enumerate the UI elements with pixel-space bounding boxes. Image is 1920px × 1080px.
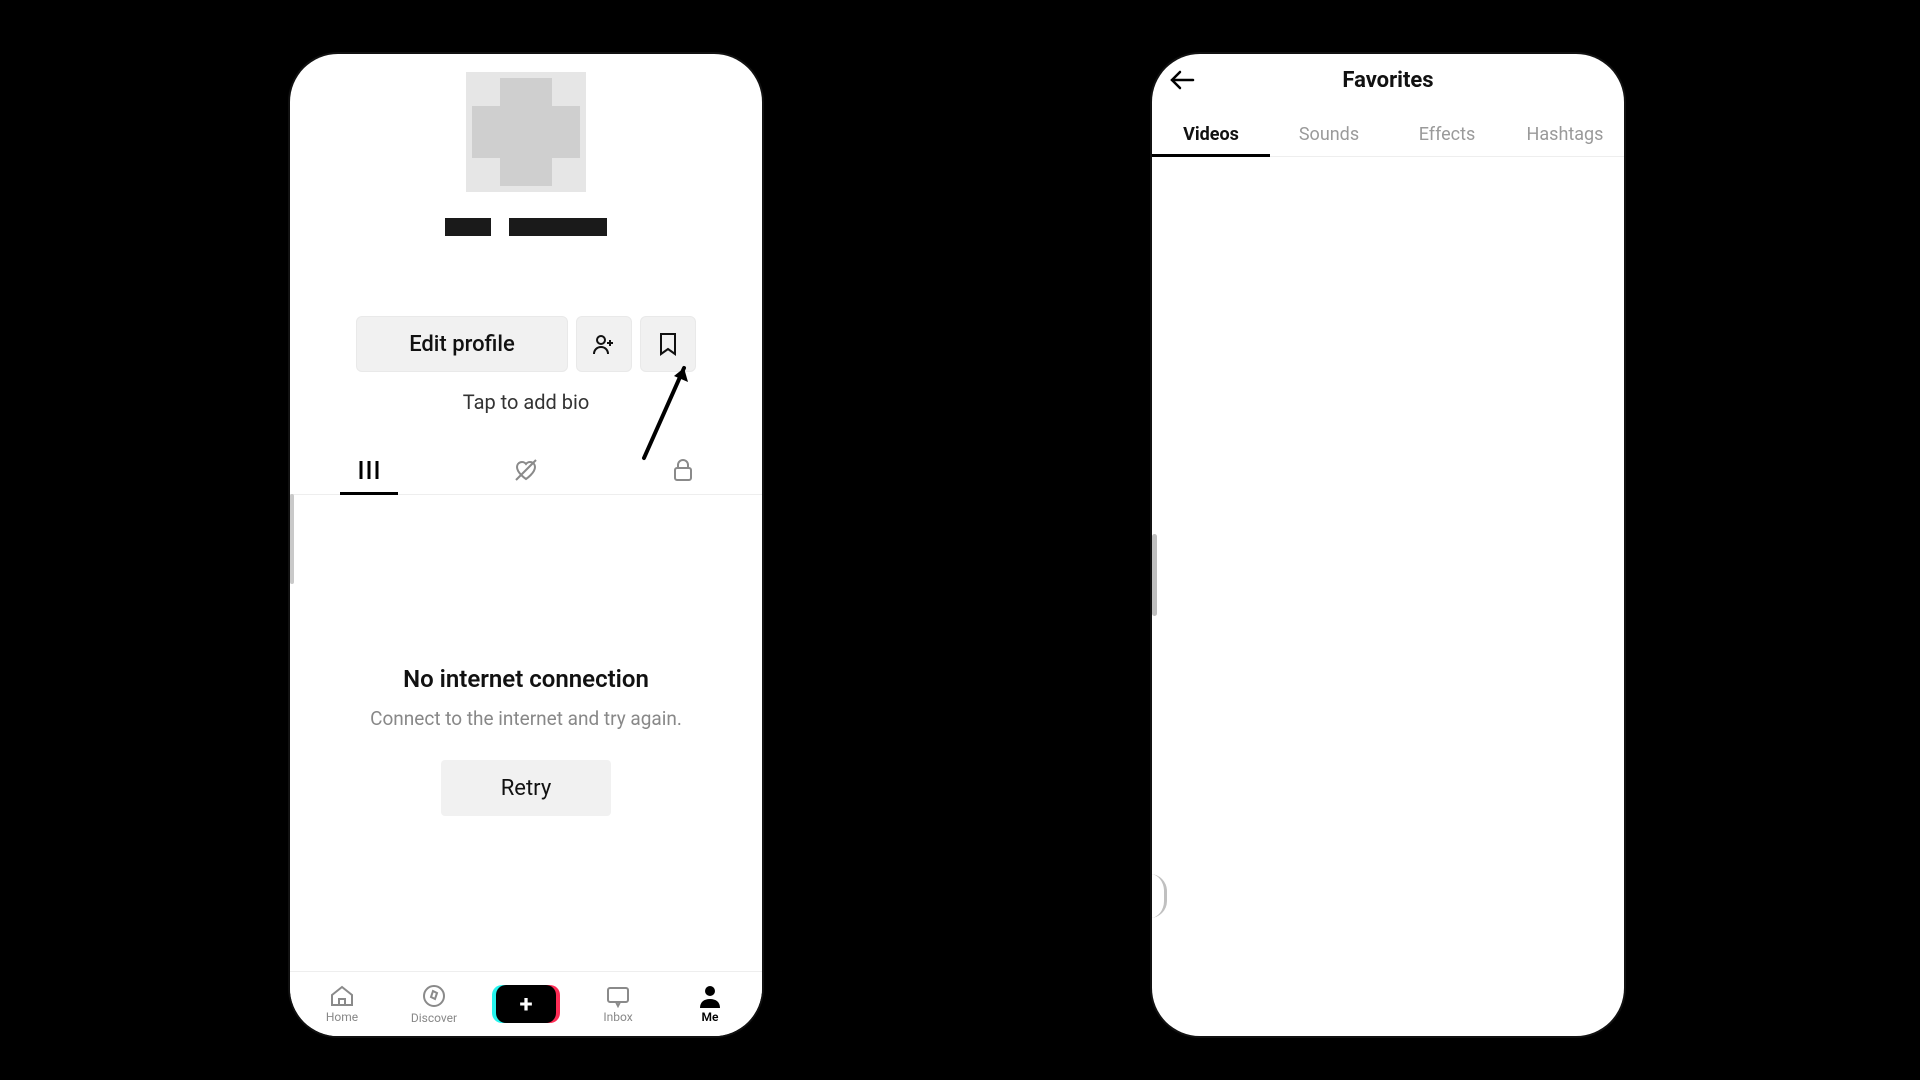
- nav-home[interactable]: Home: [303, 984, 381, 1024]
- gesture-hint: [1152, 874, 1167, 918]
- tab-sounds[interactable]: Sounds: [1270, 112, 1388, 156]
- nav-create[interactable]: +: [487, 985, 565, 1023]
- tab-hashtags-label: Hashtags: [1527, 124, 1604, 145]
- bookmark-icon: [657, 332, 679, 356]
- avatar-placeholder[interactable]: [466, 72, 586, 192]
- inbox-icon: [605, 984, 631, 1008]
- edit-profile-label: Edit profile: [409, 332, 515, 357]
- tab-posts[interactable]: [290, 446, 447, 494]
- add-friend-button[interactable]: [576, 316, 632, 372]
- heart-off-icon: [513, 458, 539, 482]
- lock-icon: [672, 458, 694, 482]
- back-button[interactable]: [1166, 64, 1198, 96]
- favorites-title: Favorites: [1342, 68, 1433, 93]
- scroll-indicator: [290, 494, 294, 584]
- profile-screen: Edit profile: [290, 54, 762, 1036]
- nav-discover[interactable]: Discover: [395, 983, 473, 1025]
- favorites-tabs: Videos Sounds Effects Hashtags: [1152, 112, 1624, 157]
- nav-me[interactable]: Me: [671, 984, 749, 1024]
- username-placeholder: [445, 218, 607, 236]
- tab-videos[interactable]: Videos: [1152, 112, 1270, 156]
- retry-button[interactable]: Retry: [441, 760, 611, 816]
- compass-icon: [421, 983, 447, 1009]
- profile-header: Edit profile: [290, 54, 762, 414]
- tab-hashtags[interactable]: Hashtags: [1506, 112, 1624, 156]
- username-bar: [509, 218, 607, 236]
- nav-home-label: Home: [326, 1010, 358, 1024]
- tab-effects-label: Effects: [1419, 124, 1476, 145]
- nav-me-label: Me: [702, 1010, 719, 1024]
- empty-title: No internet connection: [403, 665, 649, 693]
- username-bar: [445, 218, 491, 236]
- plus-icon: +: [496, 985, 556, 1023]
- grid-icon: [358, 459, 380, 481]
- bookmarks-button[interactable]: [640, 316, 696, 372]
- favorites-header: Favorites: [1152, 54, 1624, 106]
- nav-discover-label: Discover: [411, 1011, 457, 1025]
- nav-inbox[interactable]: Inbox: [579, 984, 657, 1024]
- arrow-left-icon: [1169, 69, 1195, 91]
- edit-profile-button[interactable]: Edit profile: [356, 316, 568, 372]
- bottom-nav: Home Discover +: [290, 971, 762, 1036]
- profile-actions: Edit profile: [356, 316, 696, 372]
- nav-inbox-label: Inbox: [603, 1010, 632, 1024]
- tab-sounds-label: Sounds: [1299, 124, 1359, 145]
- scroll-indicator: [1152, 534, 1157, 616]
- favorites-screen: Favorites Videos Sounds Effects Hashtags: [1152, 54, 1624, 1036]
- person-icon: [699, 984, 721, 1008]
- tab-videos-label: Videos: [1183, 124, 1239, 145]
- empty-state: No internet connection Connect to the in…: [290, 665, 762, 816]
- retry-label: Retry: [501, 776, 551, 801]
- add-friend-icon: [592, 332, 616, 356]
- tab-effects[interactable]: Effects: [1388, 112, 1506, 156]
- bio-placeholder[interactable]: Tap to add bio: [463, 390, 590, 414]
- tab-liked[interactable]: [447, 446, 604, 494]
- home-icon: [329, 984, 355, 1008]
- profile-tabs: [290, 446, 762, 495]
- tab-private[interactable]: [605, 446, 762, 494]
- empty-subtitle: Connect to the internet and try again.: [370, 707, 682, 730]
